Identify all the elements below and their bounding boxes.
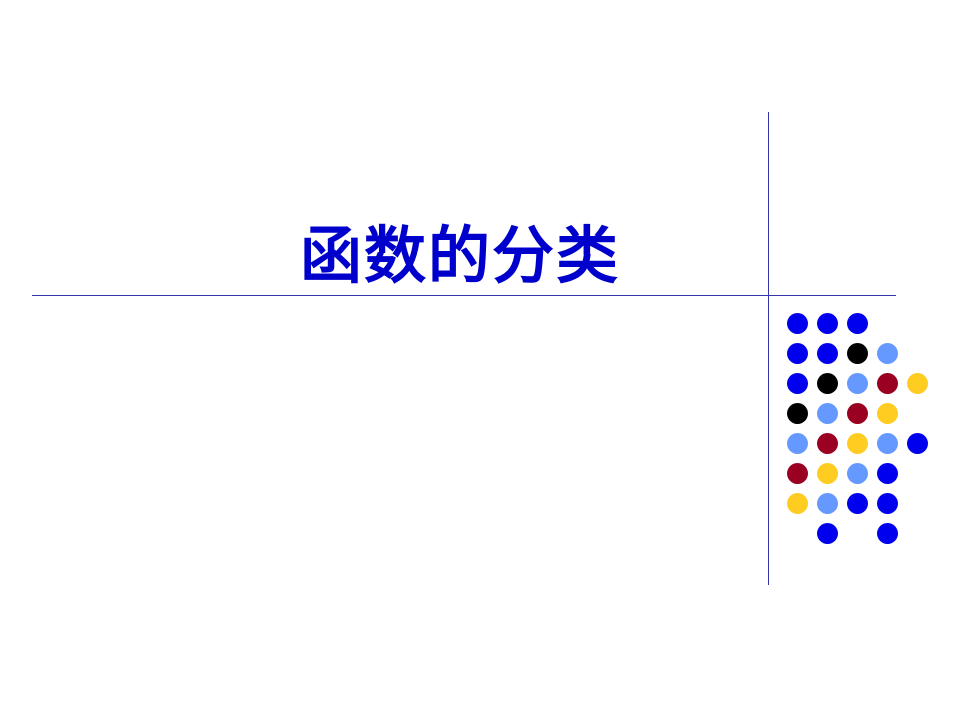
decorative-dot (877, 343, 898, 364)
decorative-dot (877, 433, 898, 454)
decorative-dot (847, 433, 868, 454)
decorative-dot (847, 373, 868, 394)
decorative-dot (817, 463, 838, 484)
decorative-dot (847, 403, 868, 424)
decorative-dot (787, 403, 808, 424)
decorative-dot (817, 403, 838, 424)
decorative-dot (907, 433, 928, 454)
decorative-dot (877, 463, 898, 484)
slide: 函数的分类 (0, 0, 960, 720)
decorative-dot (877, 373, 898, 394)
decorative-dot (787, 433, 808, 454)
decorative-dot (847, 343, 868, 364)
decorative-dot (817, 433, 838, 454)
horizontal-rule (32, 295, 896, 296)
decorative-dot (847, 313, 868, 334)
decorative-dot (877, 493, 898, 514)
decorative-dot (787, 313, 808, 334)
decorative-dot (787, 343, 808, 364)
decorative-dot (907, 373, 928, 394)
decorative-dot (817, 493, 838, 514)
decorative-dot (787, 463, 808, 484)
decorative-dot (877, 523, 898, 544)
decorative-dot (817, 523, 838, 544)
vertical-rule (768, 112, 769, 585)
decorative-dot (787, 373, 808, 394)
decorative-dot (817, 313, 838, 334)
decorative-dot (817, 343, 838, 364)
decorative-dot (817, 373, 838, 394)
decorative-dot-grid (0, 0, 960, 720)
decorative-dot (787, 493, 808, 514)
decorative-dot (847, 463, 868, 484)
slide-title: 函数的分类 (299, 219, 620, 292)
decorative-dot (877, 403, 898, 424)
decorative-dot (847, 493, 868, 514)
